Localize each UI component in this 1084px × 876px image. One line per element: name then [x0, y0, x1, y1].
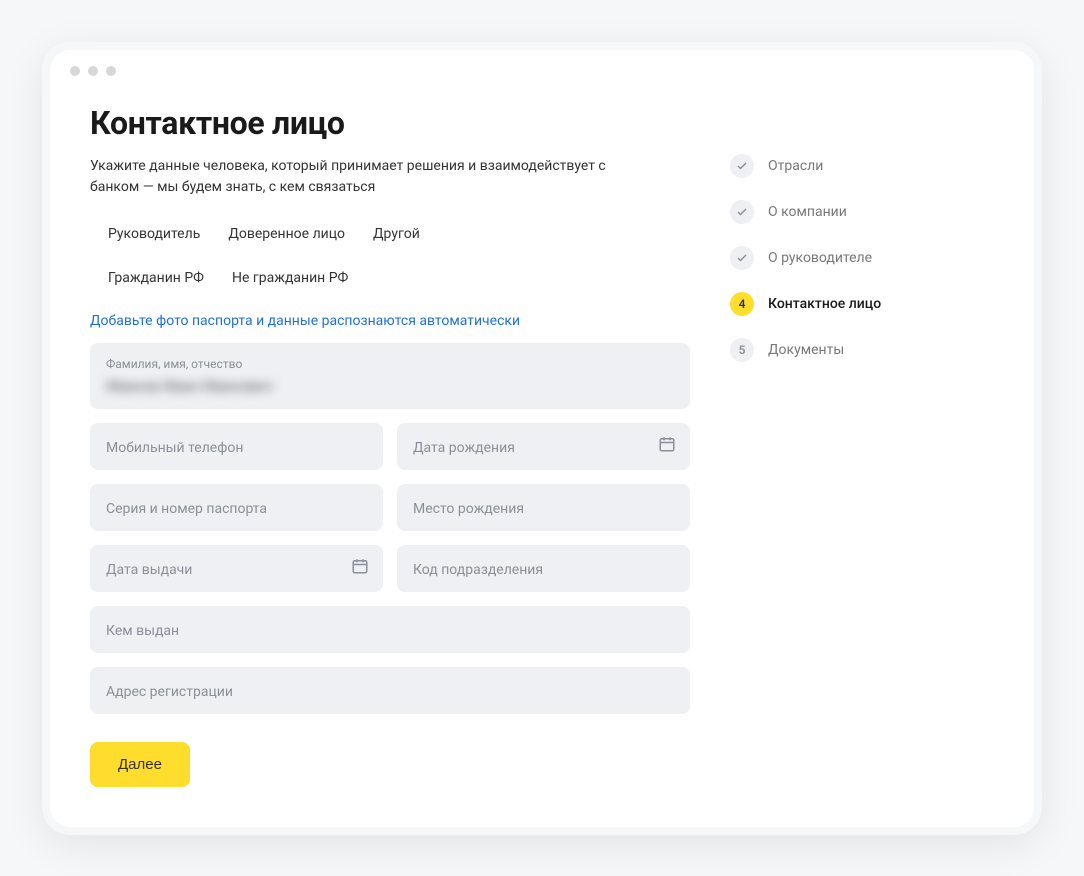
citizen-tabs: Гражданин РФ Не гражданин РФ [90, 266, 690, 290]
tab-role-other[interactable]: Другой [373, 222, 420, 246]
passport-sn-field[interactable]: Серия и номер паспорта [90, 484, 383, 531]
fio-label: Фамилия, имя, отчество [106, 357, 674, 371]
step-contact[interactable]: 4 Контактное лицо [730, 292, 990, 316]
step-company[interactable]: О компании [730, 200, 990, 224]
tab-citizen-rf[interactable]: Гражданин РФ [108, 266, 204, 290]
step-leader[interactable]: О руководителе [730, 246, 990, 270]
birthplace-label: Место рождения [413, 501, 524, 517]
window-dot [88, 66, 98, 76]
passport-sn-label: Серия и номер паспорта [106, 501, 267, 517]
window-dot [106, 66, 116, 76]
calendar-icon[interactable] [658, 435, 676, 457]
fio-field[interactable]: Фамилия, имя, отчество Иванов Иван Ивано… [90, 343, 690, 409]
reg-address-label: Адрес регистрации [106, 684, 233, 700]
check-icon [730, 246, 754, 270]
tab-role-leader[interactable]: Руководитель [108, 222, 200, 246]
birthdate-label: Дата рождения [413, 440, 515, 456]
main-form: Контактное лицо Укажите данные человека,… [90, 104, 690, 787]
calendar-icon[interactable] [351, 557, 369, 579]
window-dot [70, 66, 80, 76]
step-label: О компании [768, 204, 847, 220]
phone-field[interactable]: Мобильный телефон [90, 423, 383, 470]
page-title: Контактное лицо [90, 104, 690, 142]
issue-date-field[interactable]: Дата выдачи [90, 545, 383, 592]
tab-citizen-nonrf[interactable]: Не гражданин РФ [232, 266, 348, 290]
issue-date-label: Дата выдачи [106, 562, 192, 578]
step-label: О руководителе [768, 250, 872, 266]
birthdate-field[interactable]: Дата рождения [397, 423, 690, 470]
birthplace-field[interactable]: Место рождения [397, 484, 690, 531]
issued-by-field[interactable]: Кем выдан [90, 606, 690, 653]
dept-code-field[interactable]: Код подразделения [397, 545, 690, 592]
step-label: Документы [768, 342, 844, 358]
step-documents[interactable]: 5 Документы [730, 338, 990, 362]
step-label: Отрасли [768, 158, 823, 174]
step-number: 4 [730, 292, 754, 316]
check-icon [730, 200, 754, 224]
passport-photo-link[interactable]: Добавьте фото паспорта и данные распозна… [90, 313, 520, 329]
next-button[interactable]: Далее [90, 742, 190, 787]
window-titlebar [50, 50, 1034, 84]
check-icon [730, 154, 754, 178]
role-tabs: Руководитель Доверенное лицо Другой [90, 222, 690, 246]
page-subtitle: Укажите данные человека, который принима… [90, 156, 650, 198]
issued-by-label: Кем выдан [106, 623, 179, 639]
content-area: Контактное лицо Укажите данные человека,… [50, 84, 1034, 827]
reg-address-field[interactable]: Адрес регистрации [90, 667, 690, 714]
app-window: Контактное лицо Укажите данные человека,… [50, 50, 1034, 827]
steps-sidebar: Отрасли О компании О руководителе 4 [730, 104, 990, 787]
dept-code-label: Код подразделения [413, 562, 543, 578]
fio-value: Иванов Иван Иванович [106, 377, 674, 395]
app-frame: Контактное лицо Укажите данные человека,… [42, 42, 1042, 835]
tab-role-trusted[interactable]: Доверенное лицо [228, 222, 345, 246]
phone-label: Мобильный телефон [106, 440, 243, 456]
step-label: Контактное лицо [768, 296, 881, 312]
step-industries[interactable]: Отрасли [730, 154, 990, 178]
step-number: 5 [730, 338, 754, 362]
